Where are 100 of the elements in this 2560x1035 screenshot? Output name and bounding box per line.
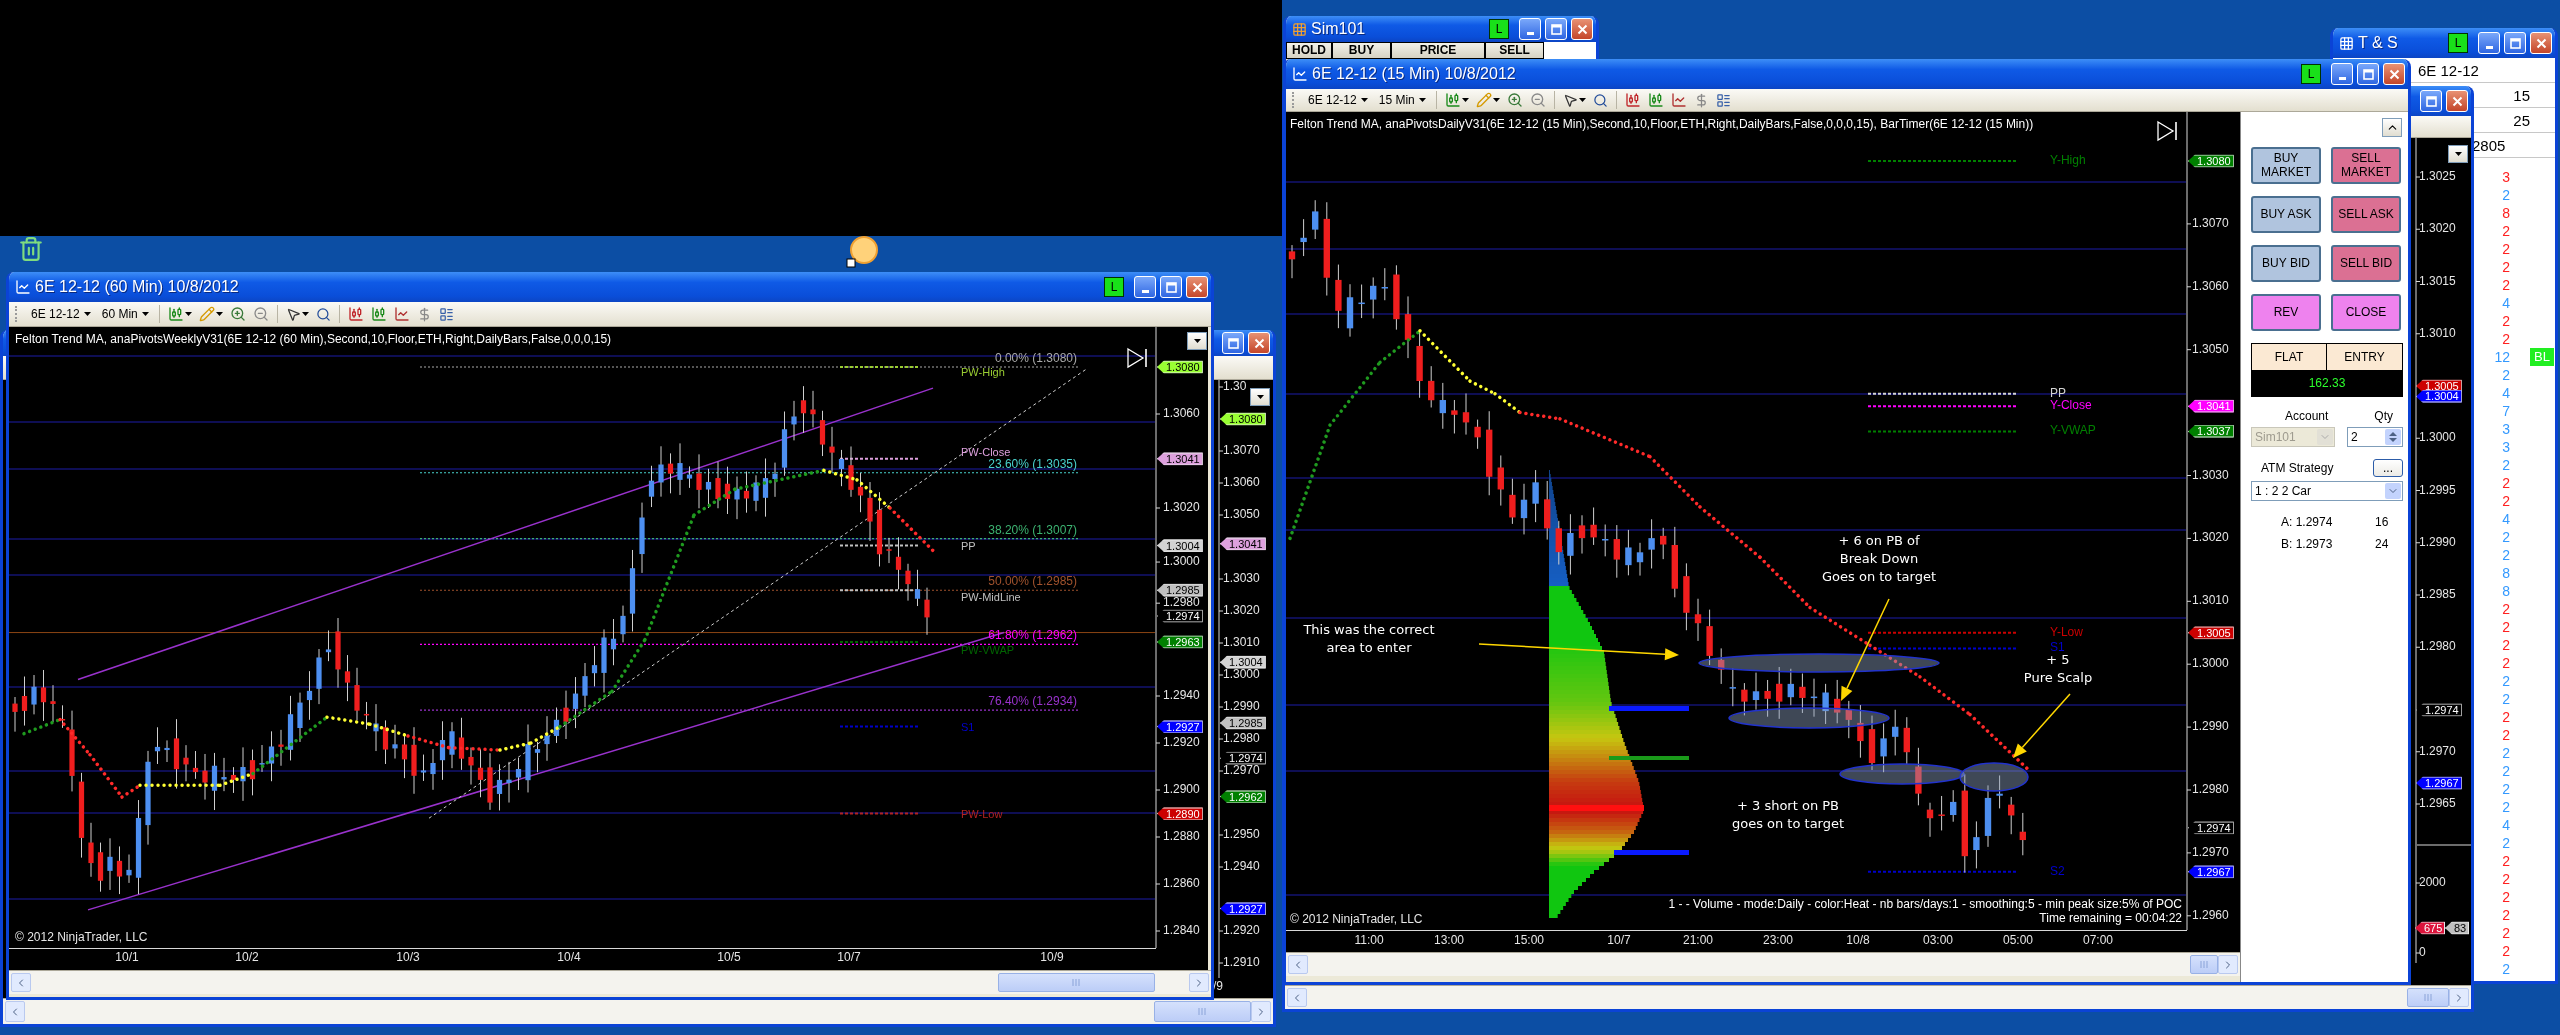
- price-marker: 1.2962: [1220, 790, 1266, 804]
- connection-status-badge: L: [1104, 277, 1124, 297]
- price-axis-label: 1.3030: [1223, 572, 1260, 586]
- price-marker: 1.3005: [2188, 626, 2234, 640]
- price-axis-label: 1.3000: [2192, 657, 2229, 672]
- price-marker: 1.2985: [1157, 583, 1203, 597]
- trade-size: 2: [2502, 924, 2510, 942]
- indicator-list: Felton Trend MA, anaPivotsWeeklyV31(6E 12-12 (60 Min),Second,10,Floor,ETH,Right,DailyBars,False,0,0,0,15): [15, 333, 612, 347]
- trade-size: 2: [2502, 672, 2510, 690]
- trade-size: 3: [2502, 420, 2510, 438]
- pivot-label: PW-Low: [961, 807, 1003, 820]
- fibonacci-label: 50.00% (1.2985): [988, 575, 1077, 589]
- time-axis-label: 10/7: [1607, 934, 1631, 948]
- trade-size: 2: [2502, 744, 2510, 762]
- order-button[interactable]: SELL BID: [2331, 245, 2401, 282]
- price-axis-label: 1.3060: [1163, 407, 1200, 421]
- volume-axis-label: 2000: [2419, 876, 2446, 890]
- price-axis-label: 1.2980: [2192, 783, 2229, 797]
- window-title: Sim101: [1311, 20, 1366, 38]
- time-axis-label: 10/3: [396, 951, 420, 965]
- order-button[interactable]: BUY BID: [2251, 245, 2321, 282]
- instrument-dropdown[interactable]: 6E 12-12: [27, 304, 95, 324]
- more-button[interactable]: ...: [2373, 459, 2403, 477]
- order-button[interactable]: BUY MARKET: [2251, 147, 2321, 184]
- price-axis-label: 1.2860: [1163, 877, 1200, 891]
- time-axis-label: 10/1: [115, 951, 139, 965]
- price-axis-label: 1.2980: [1223, 732, 1260, 746]
- price-axis-label: 1.2980: [1163, 596, 1200, 611]
- price-axis-label: 1.3000: [1223, 668, 1260, 682]
- time-axis-label: 10/4: [557, 951, 581, 965]
- trade-size: 2: [2502, 960, 2510, 978]
- order-button[interactable]: BUY ASK: [2251, 196, 2321, 233]
- fibonacci-label: 0.00% (1.3080): [994, 352, 1077, 366]
- price-axis-label: 1.2950: [1223, 828, 1260, 842]
- atm-strategy-select[interactable]: 1 : 2 2 Car: [2251, 481, 2403, 501]
- price-marker: 1.2974: [1220, 751, 1266, 765]
- trade-size: 2: [2502, 852, 2510, 870]
- annotation-text: + 6 on PB of Break Down Goes on to target: [1822, 531, 1936, 587]
- volume-axis-label: 0: [2419, 946, 2426, 960]
- quantity-input[interactable]: 2: [2347, 427, 2403, 447]
- trade-size: 2: [2502, 366, 2510, 384]
- trade-size: 2: [2502, 456, 2510, 474]
- price-marker: 1.2985: [1220, 716, 1266, 730]
- pivot-label: S2: [2050, 864, 2065, 879]
- price-axis-label: 1.2990: [2192, 720, 2229, 734]
- column-header[interactable]: BUY: [1332, 42, 1391, 59]
- price-axis-label: 1.2920: [1223, 924, 1260, 938]
- pivot-label: Y-VWAP: [2050, 424, 2096, 439]
- quote-price: A: 1.2974: [2281, 515, 2334, 529]
- table-cell: 25: [2513, 111, 2530, 129]
- price-marker: 1.3041: [1157, 452, 1203, 466]
- trade-size: 2: [2502, 186, 2510, 204]
- trade-size: 2: [2502, 546, 2510, 564]
- price-axis-label: 1.3000: [1163, 555, 1200, 569]
- trade-size: 4: [2502, 816, 2510, 834]
- instrument-dropdown[interactable]: 6E 12-12: [1304, 90, 1372, 110]
- trade-size: 2: [2502, 798, 2510, 816]
- price-marker: 1.2963: [1157, 635, 1203, 649]
- price-axis-label: 1.2970: [2192, 846, 2229, 860]
- pivot-label: Y-High: [2050, 154, 2086, 168]
- price-marker: 1.2927: [1157, 720, 1203, 734]
- pivot-label: S1: [961, 720, 975, 733]
- quote-price: B: 1.2973: [2281, 537, 2334, 551]
- order-button[interactable]: SELL ASK: [2331, 196, 2401, 233]
- order-button[interactable]: REV: [2251, 294, 2321, 331]
- trade-size: 2: [2502, 222, 2510, 240]
- trade-size: 2: [2502, 618, 2510, 636]
- trade-size: 2: [2502, 258, 2510, 276]
- time-axis-label: 21:00: [1683, 934, 1713, 948]
- price-marker: 1.2974: [2188, 821, 2234, 835]
- price-axis-label: 1.3020: [2192, 531, 2229, 546]
- bar-timer-text: Time remaining = 00:04:22: [2039, 912, 2182, 926]
- interval-dropdown[interactable]: 15 Min: [1374, 90, 1430, 110]
- column-header[interactable]: PRICE: [1391, 42, 1485, 59]
- time-axis-label: 15:00: [1514, 934, 1544, 948]
- last-price: 2805: [2472, 136, 2506, 154]
- price-axis-label: 1.2940: [1223, 860, 1260, 874]
- quote-size: 24: [2375, 537, 2390, 551]
- order-button[interactable]: CLOSE: [2331, 294, 2401, 331]
- price-axis-label: 1.2970: [2419, 744, 2456, 759]
- price-axis-label: 1.3070: [2192, 217, 2229, 231]
- trade-size: 2: [2502, 654, 2510, 672]
- trade-badge: BL: [2530, 348, 2554, 366]
- time-axis-label: 03:00: [1923, 934, 1953, 948]
- price-axis-label: 1.2970: [1223, 764, 1260, 778]
- column-header[interactable]: HOLD: [1286, 42, 1332, 59]
- order-button[interactable]: SELL MARKET: [2331, 147, 2401, 184]
- time-axis-label: 13:00: [1434, 934, 1464, 948]
- time-axis-label: 10/2: [235, 951, 259, 965]
- price-axis-label: 1.3060: [2192, 279, 2229, 294]
- volume-marker: 675: [2415, 921, 2446, 935]
- quote-size: 16: [2375, 515, 2390, 529]
- price-marker: 1.3041: [2188, 399, 2234, 413]
- indicator-list: Felton Trend MA, anaPivotsDailyV31(6E 12-12 (15 Min),Second,10,Floor,ETH,Right,DailyBars,False,0,0,0,15), BarTimer(6E 12-12 (15 Min)): [1290, 118, 2034, 132]
- time-axis-label: 10/7: [837, 951, 861, 965]
- column-header[interactable]: SELL: [1485, 42, 1544, 59]
- price-marker: 1.2974: [1157, 609, 1203, 623]
- window-title: 6E 12-12 (60 Min) 10/8/2012: [35, 278, 239, 296]
- interval-dropdown[interactable]: 60 Min: [97, 304, 153, 324]
- price-axis-label: 1.3070: [1223, 444, 1260, 458]
